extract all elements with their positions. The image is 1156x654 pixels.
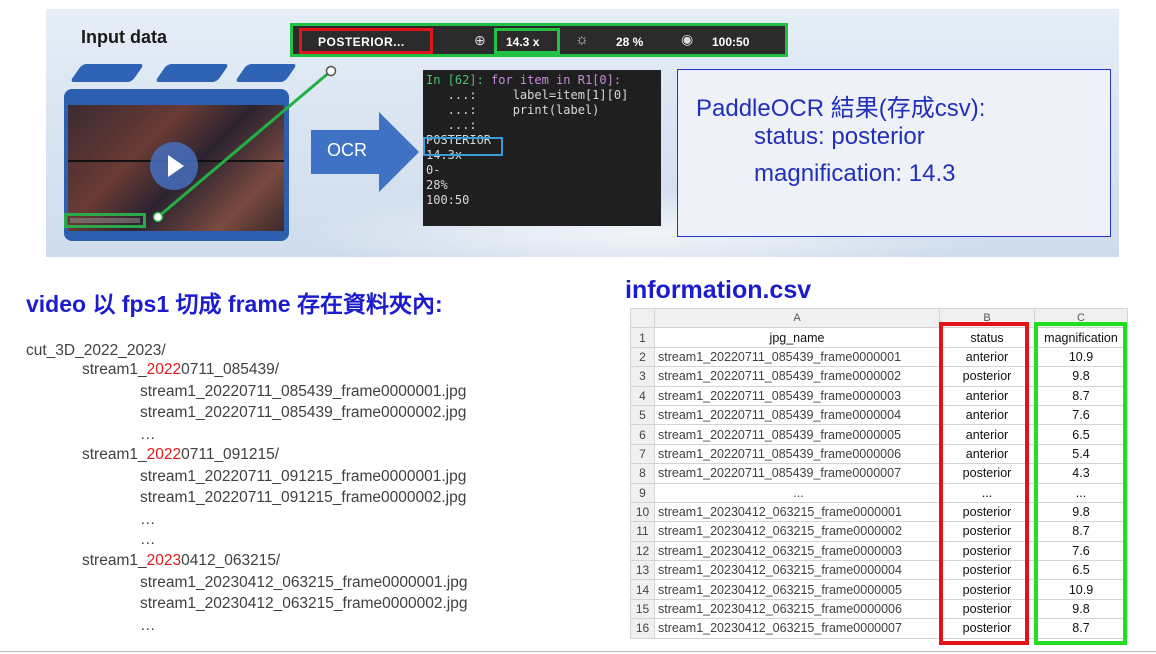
zoom-icon: ⊕ <box>474 32 486 48</box>
row-number[interactable]: 8 <box>630 463 655 484</box>
file-name: stream1_20230412_063215_frame0000002.jpg <box>140 595 468 612</box>
result-magnification: magnification: 14.3 <box>754 160 956 187</box>
row-number[interactable]: 14 <box>630 579 655 600</box>
csv-title: information.csv <box>625 276 812 304</box>
row-number[interactable]: 9 <box>630 482 655 503</box>
brightness-value: 28 % <box>616 35 644 49</box>
jpg-name-cell[interactable]: stream1_20230412_063215_frame0000005 <box>654 579 940 600</box>
code-line: ...: print(label) <box>426 103 600 117</box>
jpg-name-cell[interactable]: stream1_20230412_063215_frame0000001 <box>654 501 940 523</box>
ellipsis: … <box>140 617 156 634</box>
frames-title: video 以 fps1 切成 frame 存在資料夾內: <box>26 291 443 317</box>
root-folder: cut_3D_2022_2023/ <box>26 342 166 359</box>
posterior-label: POSTERIOR... <box>299 28 433 54</box>
file-name: stream1_20230412_063215_frame0000001.jpg <box>140 574 468 591</box>
jpg-name-cell[interactable]: ... <box>654 482 940 503</box>
magnification-column-highlight <box>1034 322 1127 645</box>
jpg-name-cell[interactable]: stream1_20230412_063215_frame0000006 <box>654 598 940 620</box>
ocr-source-toolbar: POSTERIOR... ⊕ 14.3 x ☼ 28 % ◉ 100:50 <box>290 23 788 57</box>
row-number[interactable]: 16 <box>630 618 655 639</box>
row-number[interactable]: 10 <box>630 501 655 523</box>
file-name: stream1_20220711_085439_frame0000001.jpg <box>140 383 467 400</box>
status-column-highlight <box>939 322 1029 645</box>
row-number[interactable]: 11 <box>630 521 655 542</box>
column-letter[interactable]: A <box>654 307 940 329</box>
time-value: 100:50 <box>712 35 750 49</box>
jpg-name-cell[interactable]: stream1_20220711_085439_frame0000002 <box>654 366 940 387</box>
corner-cell[interactable] <box>630 307 655 329</box>
row-number[interactable]: 6 <box>630 424 655 445</box>
jpg-name-cell[interactable]: stream1_20220711_085439_frame0000004 <box>654 404 940 426</box>
brightness-icon: ☼ <box>575 31 589 48</box>
ellipsis: … <box>140 531 156 548</box>
zoom-value: 14.3 x <box>494 28 560 54</box>
jpg-name-cell[interactable]: stream1_20220711_085439_frame0000007 <box>654 463 940 484</box>
jpg-name-cell[interactable]: stream1_20230412_063215_frame0000004 <box>654 560 940 581</box>
input-data-banner: Input data POSTERIOR... ⊕ 14.3 x ☼ 28 % … <box>46 9 1119 257</box>
jpg-name-cell[interactable]: stream1_20220711_085439_frame0000006 <box>654 443 940 465</box>
jpg-name-cell[interactable]: stream1_20220711_085439_frame0000005 <box>654 424 940 445</box>
code-output: 28% <box>426 178 448 192</box>
code-output-highlight <box>423 137 503 156</box>
row-number[interactable]: 15 <box>630 598 655 620</box>
jpg-name-cell[interactable]: stream1_20230412_063215_frame0000002 <box>654 521 940 542</box>
row-number[interactable]: 4 <box>630 385 655 406</box>
jpg-name-cell[interactable]: stream1_20230412_063215_frame0000003 <box>654 540 940 562</box>
code-line: for item in R1[0]: <box>491 73 622 87</box>
row-number[interactable]: 2 <box>630 346 655 368</box>
folder-name: stream1_20220711_085439/ <box>82 361 280 378</box>
ellipsis: … <box>140 511 156 528</box>
ocr-result-box: PaddleOCR 結果(存成csv): status: posterior m… <box>677 69 1111 237</box>
code-output: 100:50 <box>426 193 470 207</box>
file-name: stream1_20220711_091215_frame0000002.jpg <box>140 489 467 506</box>
file-name: stream1_20220711_091215_frame0000001.jpg <box>140 468 467 485</box>
code-output: 0- <box>426 163 441 177</box>
code-line: ...: <box>426 118 477 132</box>
row-number[interactable]: 7 <box>630 443 655 465</box>
eye-icon: ◉ <box>681 31 694 47</box>
folder-name: stream1_20220711_091215/ <box>82 446 280 463</box>
row-number[interactable]: 1 <box>630 327 655 348</box>
row-number[interactable]: 13 <box>630 560 655 581</box>
code-line: ...: label=item[1][0] <box>426 88 629 102</box>
row-number[interactable]: 5 <box>630 404 655 426</box>
folder-name: stream1_20230412_063215/ <box>82 552 281 569</box>
jpg-name-cell[interactable]: stream1_20220711_085439_frame0000001 <box>654 346 940 368</box>
jpg-name-cell[interactable]: stream1_20220711_085439_frame0000003 <box>654 385 940 406</box>
ellipsis: … <box>140 426 156 443</box>
result-title: PaddleOCR 結果(存成csv): <box>696 95 986 122</box>
jpg-name-cell[interactable]: stream1_20230412_063215_frame0000007 <box>654 618 940 639</box>
file-name: stream1_20220711_085439_frame0000002.jpg <box>140 404 467 421</box>
header-cell[interactable]: jpg_name <box>654 327 940 348</box>
row-number[interactable]: 3 <box>630 366 655 387</box>
row-number[interactable]: 12 <box>630 540 655 562</box>
code-prompt: In [62]: <box>426 73 492 87</box>
ocr-label: OCR <box>327 140 367 160</box>
result-status: status: posterior <box>754 123 925 150</box>
divider <box>0 651 1156 652</box>
